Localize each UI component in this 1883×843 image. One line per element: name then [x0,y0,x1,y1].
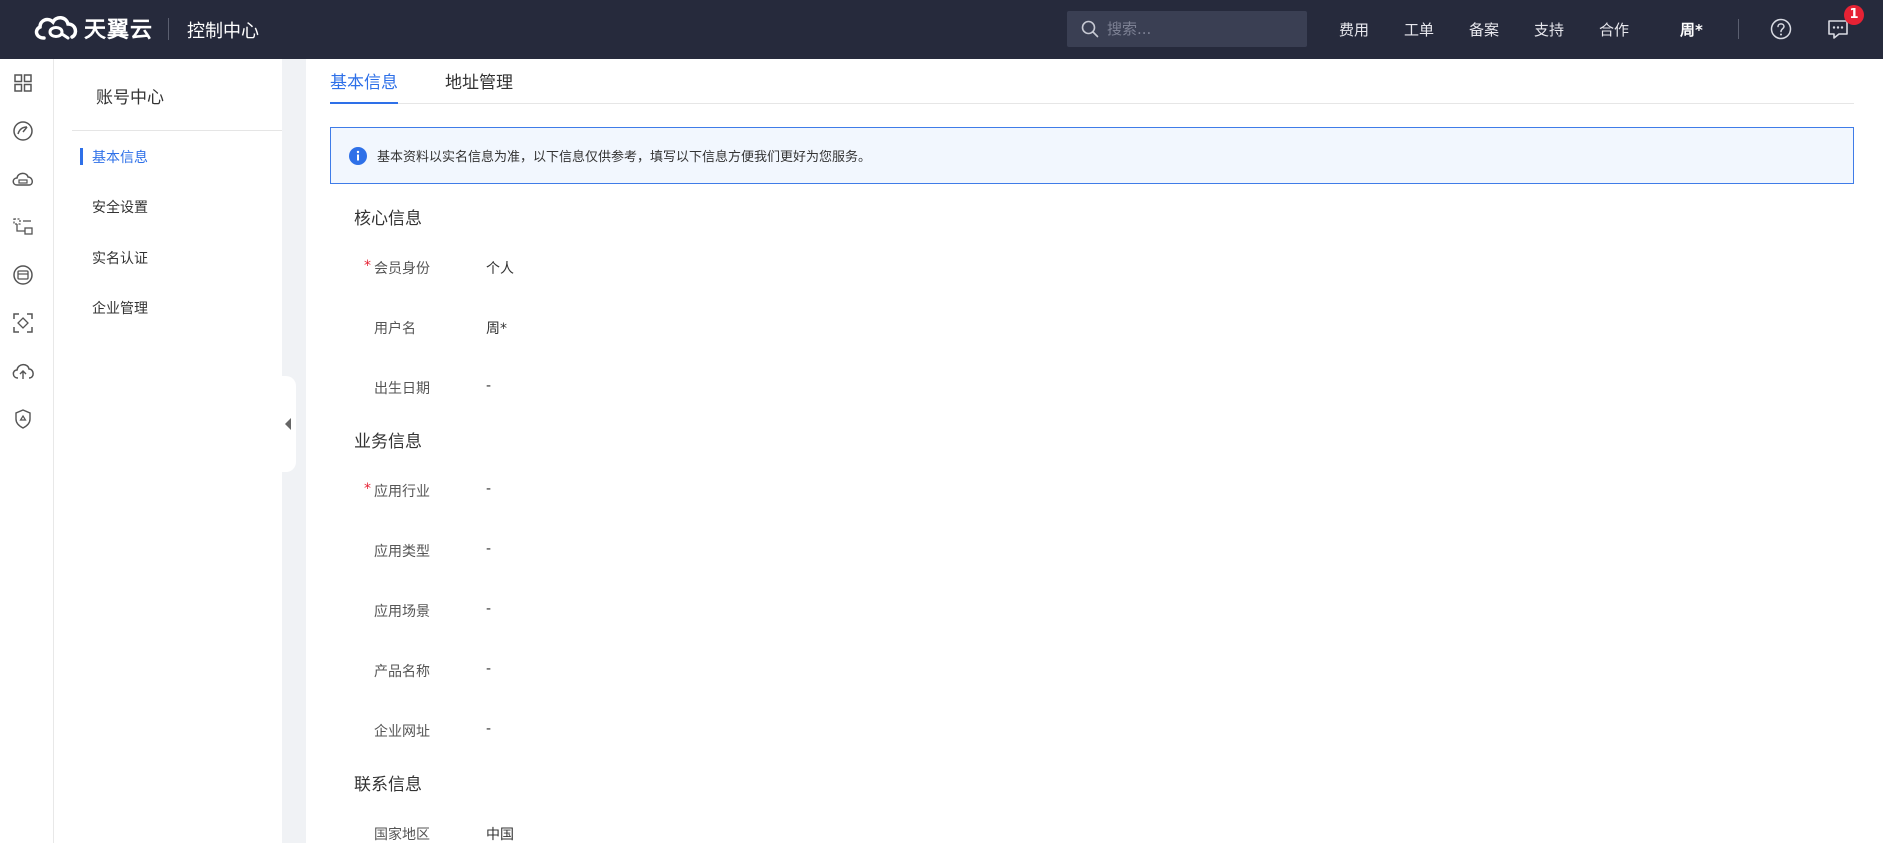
notice-text: 基本资料以实名信息为准，以下信息仅供参考，填写以下信息方便我们更好为您服务。 [377,150,872,165]
tab-address[interactable]: 地址管理 [445,68,513,93]
user-menu[interactable]: 周* [1680,19,1703,40]
field-value-product-name: - [486,661,492,677]
sidebar-item-enterprise[interactable]: 企业管理 [92,298,148,318]
search-input[interactable] [1107,20,1297,38]
required-mark: * [364,481,371,497]
sidebar-item-security-settings[interactable]: 安全设置 [92,197,148,217]
field-label-industry: * 应用行业 [364,481,430,500]
top-bar: 天翼云 控制中心 费用 工单 备案 支持 合作 周* 1 [0,0,1883,59]
info-icon [349,146,367,165]
grid-icon[interactable] [11,71,35,95]
help-icon[interactable] [1770,18,1792,40]
nav-divider [1738,19,1739,39]
field-value-country: 中国 [486,827,514,843]
required-mark: * [364,258,371,274]
field-value-industry: - [486,481,492,497]
sidebar-collapse-toggle[interactable] [280,376,296,472]
nav-cooperation[interactable]: 合作 [1599,19,1629,40]
field-value-username: 周* [486,321,507,337]
sidebar-title: 账号中心 [96,88,164,108]
field-value-website: - [486,721,492,737]
active-indicator [80,148,83,165]
field-label-username: 用户名 [374,321,416,337]
section-contact-title: 联系信息 [354,775,422,795]
field-label-app-type: 应用类型 [374,544,430,560]
network-icon[interactable] [11,215,35,239]
console-title[interactable]: 控制中心 [187,17,259,43]
main-panel: 基本信息 地址管理 基本资料以实名信息为准，以下信息仅供参考，填写以下信息方便我… [306,59,1883,843]
field-value-member-type: 个人 [486,261,514,277]
field-label-member-type: * 会员身份 [364,258,430,277]
brand-logo[interactable]: 天翼云 [32,10,153,46]
search-box[interactable] [1067,11,1307,47]
search-icon [1081,20,1099,38]
cloud-server-icon[interactable] [11,167,35,191]
field-label-website: 企业网址 [374,724,430,740]
tab-basic-info[interactable]: 基本信息 [330,68,398,93]
dashboard-icon[interactable] [11,119,35,143]
section-core-title: 核心信息 [354,209,422,229]
field-label-product-name: 产品名称 [374,664,430,680]
field-label-app-scenario: 应用场景 [374,604,430,620]
nav-tickets[interactable]: 工单 [1404,19,1434,40]
section-business-title: 业务信息 [354,432,422,452]
storage-icon[interactable] [11,263,35,287]
info-notice: 基本资料以实名信息为准，以下信息仅供参考，填写以下信息方便我们更好为您服务。 [330,127,1854,184]
tab-active-underline [330,102,398,104]
nav-filing[interactable]: 备案 [1469,19,1499,40]
sidebar-item-real-name[interactable]: 实名认证 [92,248,148,268]
field-value-app-scenario: - [486,601,492,617]
collapse-arrow-icon [285,418,291,430]
logo-divider [168,18,169,40]
product-rail [0,59,54,843]
message-badge: 1 [1844,5,1864,25]
cloud-logo-icon [34,16,78,40]
field-label-birthday: 出生日期 [374,381,430,397]
security-icon[interactable] [11,407,35,431]
nav-support[interactable]: 支持 [1534,19,1564,40]
cloud-upload-icon[interactable] [11,359,35,383]
field-value-birthday: - [486,378,492,394]
brand-name: 天翼云 [84,18,154,43]
account-sidebar: 账号中心 基本信息 安全设置 实名认证 企业管理 [54,59,282,843]
scan-icon[interactable] [11,311,35,335]
field-value-app-type: - [486,541,492,557]
sidebar-item-basic-info[interactable]: 基本信息 [92,147,148,167]
field-label-country: 国家地区 [374,827,430,843]
sidebar-divider [72,130,282,131]
tab-baseline [330,103,1854,104]
nav-fees[interactable]: 费用 [1339,19,1369,40]
